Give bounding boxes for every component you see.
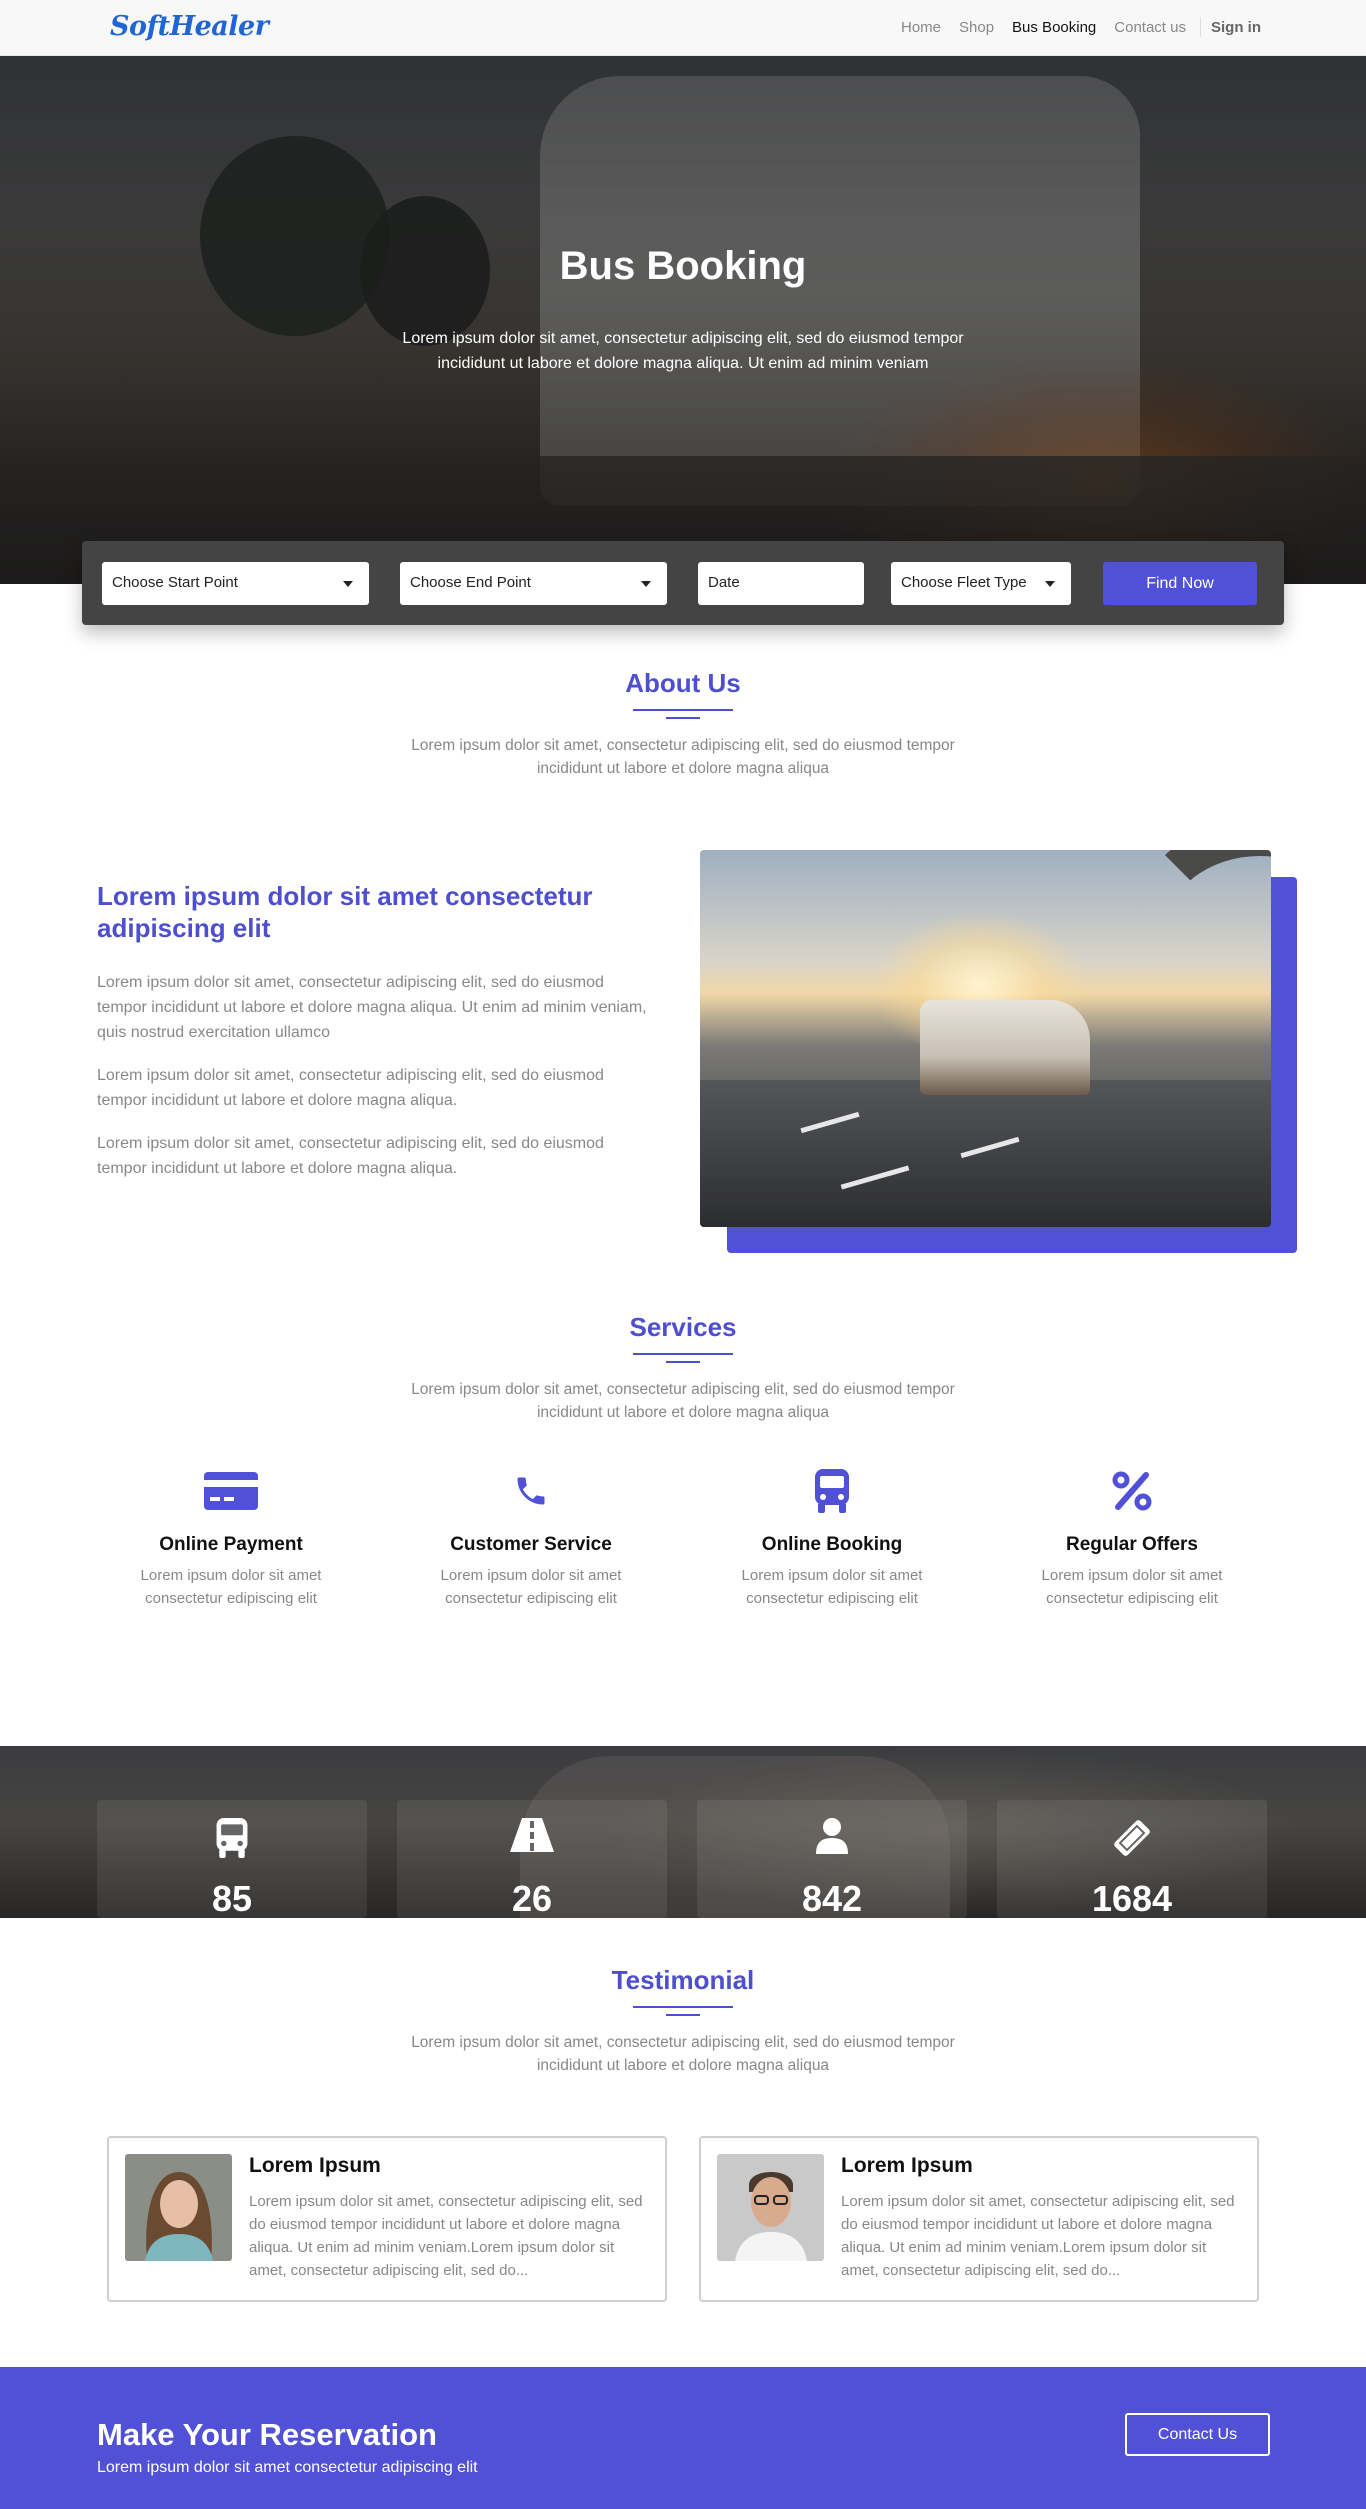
photo-bus	[920, 1000, 1090, 1095]
services-description: Lorem ipsum dolor sit amet, consectetur …	[411, 1381, 955, 1421]
stat-value: 26	[511, 1878, 553, 1919]
service-title: Online Booking	[761, 1534, 903, 1555]
hero-banner: Bus Booking Lorem ipsum dolor sit amet, …	[0, 56, 1366, 584]
nav-link-bus-booking[interactable]: Bus Booking	[1012, 19, 1096, 36]
nav-link-shop[interactable]: Shop	[959, 19, 994, 36]
find-now-button[interactable]: Find Now	[1103, 562, 1257, 605]
service-title: Customer Service	[450, 1534, 612, 1555]
testimonial-description: Lorem ipsum dolor sit amet, consectetur …	[411, 2034, 955, 2074]
stat-value: 85	[211, 1878, 253, 1919]
phone-icon	[401, 1470, 661, 1512]
about-heading: Lorem ipsum dolor sit amet consectetur a…	[97, 881, 593, 943]
testimonial-name: Lorem Ipsum	[249, 2154, 381, 2177]
service-online-booking: Online Booking Lorem ipsum dolor sit ame…	[702, 1469, 962, 1610]
service-text: Lorem ipsum dolor sit amet consectetur e…	[140, 1567, 322, 1607]
services-title: Services	[629, 1312, 737, 1342]
credit-card-icon	[101, 1470, 361, 1512]
road-icon	[397, 1818, 667, 1858]
start-point-select[interactable]: Choose Start Point	[102, 562, 369, 605]
hero-text: Lorem ipsum dolor sit amet, consectetur …	[402, 330, 964, 372]
stat-card-users: 842	[697, 1800, 967, 1919]
service-text: Lorem ipsum dolor sit amet consectetur e…	[440, 1567, 622, 1607]
bus-icon	[97, 1818, 367, 1858]
navbar: SoftHealer Home Shop Bus Booking Contact…	[0, 0, 1366, 56]
fleet-type-select[interactable]: Choose Fleet Type	[891, 562, 1071, 605]
services-title-underline	[666, 1361, 700, 1363]
caret-down-icon	[343, 581, 353, 587]
booking-search-bar: Choose Start Point Choose End Point Date…	[82, 541, 1284, 625]
photo-overpass	[1130, 850, 1271, 1040]
ticket-icon	[997, 1818, 1267, 1858]
nav-link-contact-us[interactable]: Contact us	[1114, 19, 1186, 36]
nav-links: Home Shop Bus Booking Contact us Sign in	[883, 17, 1261, 37]
testimonial-title-underline	[633, 2006, 733, 2008]
about-title: About Us	[625, 668, 741, 698]
testimonial-title: Testimonial	[611, 1965, 755, 1995]
testimonial-text: Lorem ipsum dolor sit amet, consectetur …	[841, 2193, 1235, 2279]
date-input[interactable]: Date	[698, 562, 864, 605]
reservation-title: Make Your Reservation	[97, 2417, 437, 2452]
hero-title: Bus Booking	[559, 244, 807, 288]
stat-card-buses: 85	[97, 1800, 367, 1919]
service-online-payment: Online Payment Lorem ipsum dolor sit ame…	[101, 1470, 361, 1610]
services-title-underline	[633, 1353, 733, 1355]
about-description: Lorem ipsum dolor sit amet, consectetur …	[411, 737, 955, 777]
date-placeholder: Date	[708, 574, 740, 591]
service-regular-offers: Regular Offers Lorem ipsum dolor sit ame…	[1002, 1470, 1262, 1610]
testimonial-name: Lorem Ipsum	[841, 2154, 973, 2177]
user-icon	[697, 1818, 967, 1858]
service-title: Online Payment	[159, 1534, 303, 1555]
reservation-banner: Make Your Reservation Lorem ipsum dolor …	[0, 2367, 1366, 2509]
about-bus-photo	[700, 850, 1271, 1227]
sign-in-link[interactable]: Sign in	[1211, 19, 1261, 36]
avatar	[125, 2154, 232, 2261]
service-title: Regular Offers	[1066, 1534, 1198, 1555]
testimonial-card: Lorem Ipsum Lorem ipsum dolor sit amet, …	[699, 2136, 1259, 2302]
about-title-underline	[633, 709, 733, 711]
service-text: Lorem ipsum dolor sit amet consectetur e…	[1041, 1567, 1223, 1607]
reservation-text: Lorem ipsum dolor sit amet consectetur a…	[97, 2459, 478, 2476]
testimonial-card: Lorem Ipsum Lorem ipsum dolor sit amet, …	[107, 2136, 667, 2302]
stat-value: 1684	[1091, 1878, 1173, 1919]
nav-divider	[1200, 17, 1201, 37]
hero-overlay	[0, 56, 1366, 584]
stat-value: 842	[801, 1878, 863, 1919]
about-paragraph: Lorem ipsum dolor sit amet, consectetur …	[97, 1067, 604, 1109]
start-point-label: Choose Start Point	[112, 574, 238, 591]
stat-card-tickets: 1684	[997, 1800, 1267, 1919]
service-text: Lorem ipsum dolor sit amet consectetur e…	[741, 1567, 923, 1607]
end-point-label: Choose End Point	[410, 574, 531, 591]
caret-down-icon	[1045, 581, 1055, 587]
bus-icon	[702, 1469, 962, 1513]
photo-road	[700, 1080, 1271, 1227]
end-point-select[interactable]: Choose End Point	[400, 562, 667, 605]
nav-link-home[interactable]: Home	[901, 19, 941, 36]
contact-us-button[interactable]: Contact Us	[1125, 2413, 1270, 2456]
about-paragraph: Lorem ipsum dolor sit amet, consectetur …	[97, 974, 647, 1041]
avatar	[717, 2154, 824, 2261]
testimonial-text: Lorem ipsum dolor sit amet, consectetur …	[249, 2193, 643, 2279]
caret-down-icon	[641, 581, 651, 587]
service-customer-service: Customer Service Lorem ipsum dolor sit a…	[401, 1470, 661, 1610]
about-title-underline	[666, 717, 700, 719]
stat-card-routes: 26	[397, 1800, 667, 1919]
logo[interactable]: SoftHealer	[110, 11, 269, 42]
about-paragraph: Lorem ipsum dolor sit amet, consectetur …	[97, 1135, 604, 1177]
percent-icon	[1002, 1470, 1262, 1512]
testimonial-title-underline	[666, 2014, 700, 2016]
fleet-type-label: Choose Fleet Type	[901, 574, 1027, 591]
